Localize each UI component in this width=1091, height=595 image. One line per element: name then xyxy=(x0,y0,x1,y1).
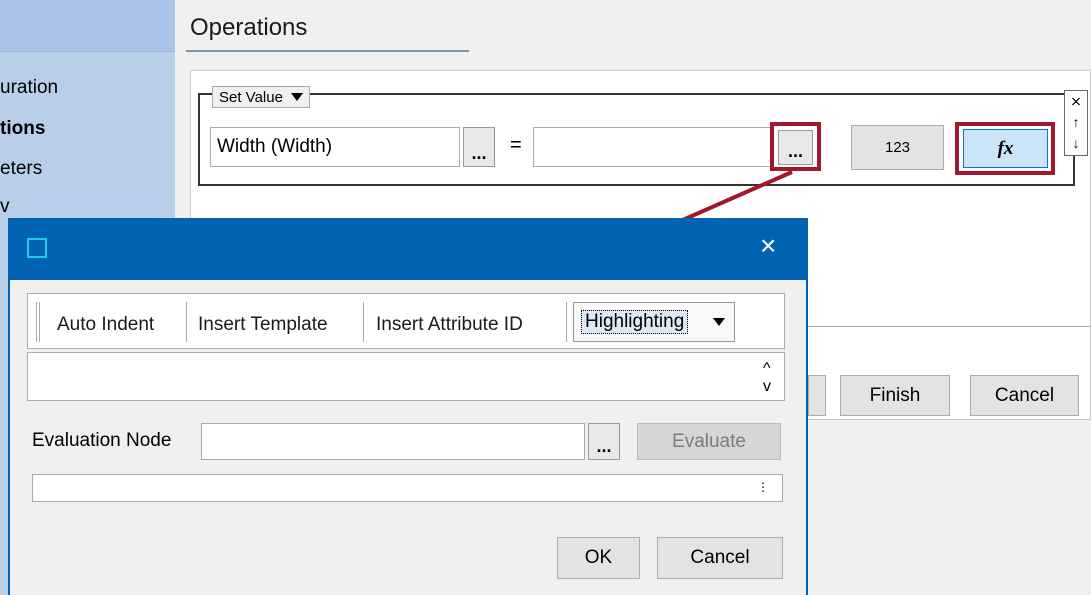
highlighting-label: Highlighting xyxy=(581,310,689,334)
back-button[interactable] xyxy=(808,375,826,416)
remove-icon[interactable]: ⨯ xyxy=(1065,91,1087,112)
left-navigation-header xyxy=(0,0,175,52)
footer-divider xyxy=(808,326,1091,327)
evaluation-node-input[interactable] xyxy=(201,423,585,460)
toolbar-separator xyxy=(566,302,567,342)
dropdown-arrow-icon xyxy=(290,93,303,101)
nav-item-configuration[interactable]: uration xyxy=(0,77,58,99)
move-up-icon[interactable]: ↑ xyxy=(1065,112,1087,133)
dropdown-arrow-icon xyxy=(713,318,725,326)
formula-editor[interactable] xyxy=(27,352,785,401)
ok-button[interactable]: OK xyxy=(557,537,640,579)
literal-value-button[interactable]: 123 xyxy=(851,125,944,170)
evaluation-node-label: Evaluation Node xyxy=(32,430,172,451)
operation-type-label: Set Value xyxy=(219,88,283,106)
result-scroll-icon[interactable]: ⋮ xyxy=(757,480,769,494)
evaluate-button[interactable]: Evaluate xyxy=(637,423,781,460)
close-icon[interactable]: × xyxy=(760,230,776,262)
scroll-down-icon[interactable]: v xyxy=(763,378,771,396)
window-icon xyxy=(27,238,47,258)
highlight-box xyxy=(955,122,1055,175)
dialog-title-bar xyxy=(8,218,808,280)
finish-button[interactable]: Finish xyxy=(840,375,950,416)
target-browse-button[interactable]: ... xyxy=(463,127,495,167)
page-title: Operations xyxy=(190,14,308,41)
nav-item-preview[interactable]: v xyxy=(0,196,10,218)
dialog-cancel-button[interactable]: Cancel xyxy=(657,537,783,579)
toolbar-grip[interactable] xyxy=(36,302,40,342)
insert-attribute-id-button[interactable]: Insert Attribute ID xyxy=(376,314,523,336)
insert-template-button[interactable]: Insert Template xyxy=(198,314,328,336)
nav-item-operations[interactable]: tions xyxy=(0,118,45,140)
title-underline xyxy=(186,50,469,52)
equals-sign: = xyxy=(510,134,522,156)
auto-indent-button[interactable]: Auto Indent xyxy=(57,314,154,336)
nav-item-parameters[interactable]: eters xyxy=(0,158,42,180)
move-down-icon[interactable]: ↓ xyxy=(1065,133,1087,154)
evaluation-node-browse-button[interactable]: ... xyxy=(588,423,620,460)
scroll-up-icon[interactable]: ^ xyxy=(763,360,771,378)
toolbar-separator xyxy=(363,302,364,342)
operation-type-select[interactable]: Set Value xyxy=(212,86,310,108)
row-controls: ⨯ ↑ ↓ xyxy=(1064,90,1088,156)
target-attribute-field[interactable]: Width (Width) xyxy=(210,127,460,167)
cancel-button[interactable]: Cancel xyxy=(970,375,1079,416)
toolbar-separator xyxy=(186,302,187,342)
evaluation-result xyxy=(32,474,783,502)
